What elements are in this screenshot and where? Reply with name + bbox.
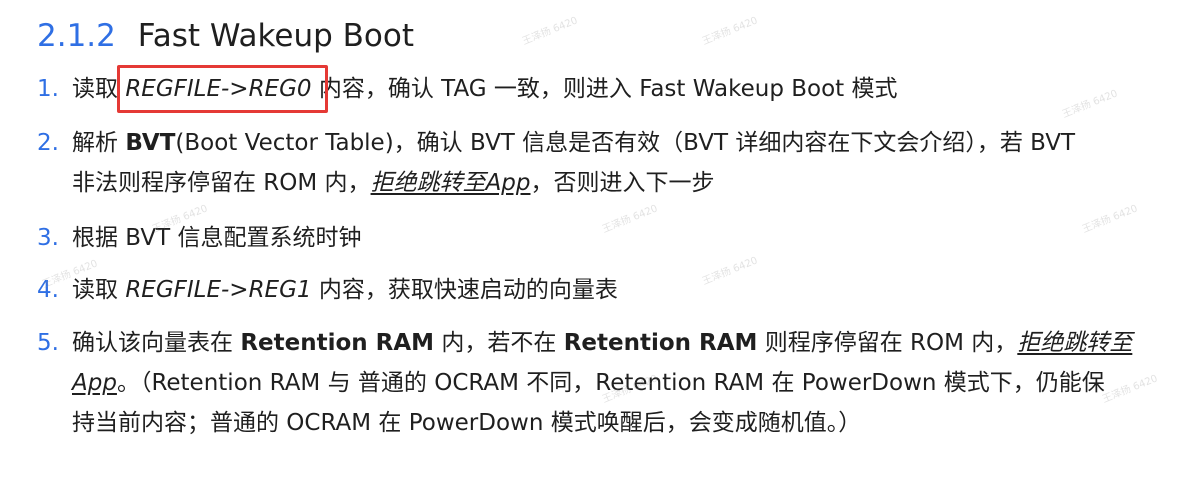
list-marker: 1. <box>37 76 59 102</box>
text-span: 内容，获取快速启动的向量表 <box>311 277 618 303</box>
section-heading: 2.1.2 Fast Wakeup Boot <box>37 14 414 58</box>
text-span: 确认该向量表在 <box>72 330 241 356</box>
text-span: 内容，确认 TAG 一致，则进入 Fast Wakeup Boot 模式 <box>311 76 898 102</box>
text-span: 内，若不在 <box>434 330 564 356</box>
text-span: (Boot Vector Table)，确认 BVT 信息是否有效（BVT 详细… <box>175 130 1075 156</box>
list-item-line: 读取 REGFILE->REG0 内容，确认 TAG 一致，则进入 Fast W… <box>72 65 1147 113</box>
highlighted-register-reg0: REGFILE->REG0 <box>117 65 328 113</box>
text-span: 则程序停留在 ROM 内， <box>757 330 1018 356</box>
register-name: REGFILE->REG1 <box>125 277 312 303</box>
text-span: 解析 <box>72 130 126 156</box>
watermark: 王泽扬 6420 <box>520 15 580 48</box>
list-marker: 3. <box>37 225 59 251</box>
list-item-line: 读取 REGFILE->REG1 内容，获取快速启动的向量表 <box>72 270 1147 310</box>
emphasis-text: 拒绝跳转至App <box>370 170 531 196</box>
bold-term: Retention RAM <box>563 330 758 356</box>
bold-term: BVT <box>125 130 176 156</box>
text-span: 读取 <box>72 277 126 303</box>
text-span: 根据 BVT 信息配置系统时钟 <box>72 225 362 251</box>
watermark: 王泽扬 6420 <box>700 15 760 48</box>
section-title: Fast Wakeup Boot <box>137 18 415 54</box>
emphasis-text: 拒绝跳转至 <box>1017 330 1133 356</box>
list-marker: 5. <box>37 330 59 356</box>
list-item-line: 持当前内容；普通的 OCRAM 在 PowerDown 模式唤醒后，会变成随机值… <box>72 403 1147 443</box>
section-number: 2.1.2 <box>37 18 116 54</box>
emphasis-text: App <box>72 370 117 396</box>
bold-term: Retention RAM <box>240 330 435 356</box>
text-span: ，否则进入下一步 <box>530 170 715 196</box>
list-item-line: 非法则程序停留在 ROM 内，拒绝跳转至App，否则进入下一步 <box>72 163 1147 203</box>
list-item-line: 确认该向量表在 Retention RAM 内，若不在 Retention RA… <box>72 323 1147 363</box>
text-span: 持当前内容；普通的 OCRAM 在 PowerDown 模式唤醒后，会变成随机值… <box>72 410 862 436</box>
list-marker: 2. <box>37 130 59 156</box>
text-span: 非法则程序停留在 ROM 内， <box>72 170 371 196</box>
list-item-line: 解析 BVT(Boot Vector Table)，确认 BVT 信息是否有效（… <box>72 123 1147 163</box>
